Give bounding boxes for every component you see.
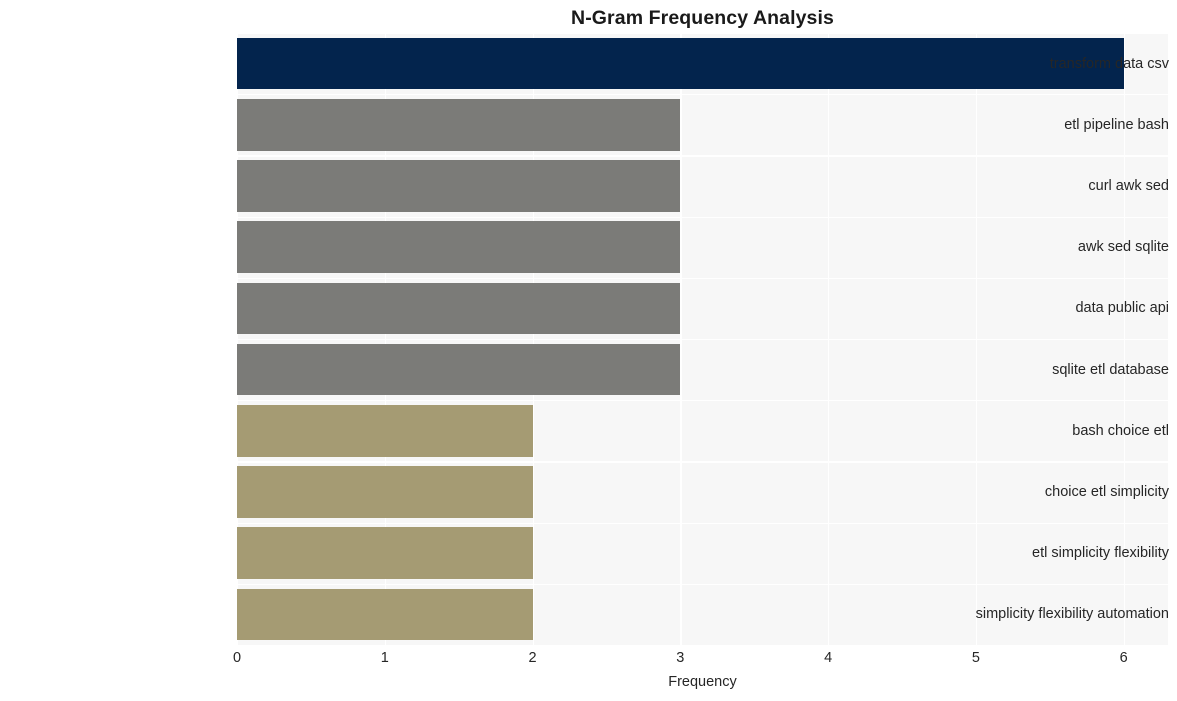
x-axis-tick-label: 0 [232, 650, 242, 666]
y-axis-tick-label: data public api [1075, 300, 1169, 317]
bar[interactable] [237, 527, 533, 579]
y-axis-tick-label: choice etl simplicity [1044, 484, 1169, 500]
bar[interactable] [237, 588, 533, 641]
gridline-horizontal [237, 33, 1168, 35]
x-axis-tick-label: 4 [824, 650, 833, 666]
bar[interactable] [237, 160, 681, 212]
y-axis-tick-label: simplicity flexibility automation [975, 606, 1169, 623]
gridline-horizontal [237, 94, 1168, 96]
x-axis-tick-label: 2 [528, 650, 537, 666]
x-axis-tick-label: 5 [971, 650, 980, 666]
gridline-horizontal [237, 339, 1168, 341]
chart-figure: N-Gram Frequency Analysis transform data… [0, 0, 1177, 701]
gridline-horizontal [237, 583, 1168, 585]
chart-title: N-Gram Frequency Analysis [571, 7, 834, 29]
y-axis-tick-label: etl simplicity flexibility [1032, 545, 1169, 562]
gridline-horizontal [237, 155, 1168, 157]
y-axis-tick-label: sqlite etl database [1052, 361, 1169, 378]
x-axis-tick-label: 3 [676, 650, 685, 666]
gridline-horizontal [237, 216, 1168, 218]
y-axis-tick-label: curl awk sed [1088, 178, 1169, 194]
bar[interactable] [237, 282, 681, 335]
bar[interactable] [237, 343, 681, 396]
y-axis-tick-label: etl pipeline bash [1064, 116, 1169, 133]
bar[interactable] [237, 99, 681, 151]
gridline-horizontal [237, 277, 1168, 279]
gridline-horizontal [237, 461, 1168, 463]
bar[interactable] [237, 405, 533, 457]
x-axis-tick-label: 6 [1119, 650, 1128, 666]
gridline-horizontal [237, 400, 1168, 402]
y-axis-tick-label: transform data csv [1049, 55, 1169, 72]
bar[interactable] [237, 466, 533, 518]
y-axis-tick-label: awk sed sqlite [1077, 239, 1169, 256]
x-axis-tick-label: 1 [380, 650, 389, 666]
gridline-horizontal [237, 522, 1168, 524]
x-axis-label: Frequency [668, 674, 737, 690]
y-axis-tick-label: bash choice etl [1072, 422, 1169, 439]
bar[interactable] [237, 221, 681, 273]
